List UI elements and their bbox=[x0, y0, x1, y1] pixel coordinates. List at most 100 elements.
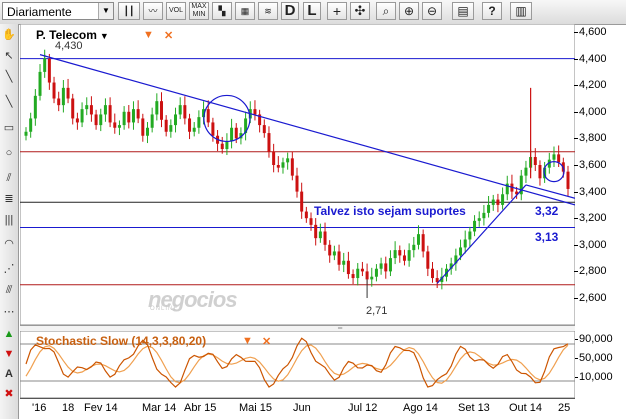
print-button[interactable]: ▤ bbox=[452, 2, 474, 20]
stochastic-tick-label: 10,000 bbox=[574, 371, 613, 383]
stochastic-tick-label: 90,000 bbox=[574, 333, 613, 345]
fan-tool[interactable]: ⋰ bbox=[1, 261, 17, 278]
candle-body bbox=[501, 194, 505, 205]
price-tick-label: 2,800 bbox=[574, 265, 607, 278]
candle-body bbox=[94, 114, 98, 126]
stochastic-title[interactable]: Stochastic Slow (14,3,3,80,20) bbox=[36, 334, 206, 348]
candle-body bbox=[117, 125, 121, 128]
segment-tool[interactable]: ╲ bbox=[1, 69, 17, 86]
close-icon[interactable]: ✕ bbox=[164, 29, 173, 42]
candle-body bbox=[206, 109, 210, 123]
delete-tool[interactable]: ✖ bbox=[1, 386, 17, 403]
min-label: MIN bbox=[192, 11, 206, 18]
stochastic-close-icon[interactable]: ✕ bbox=[262, 335, 271, 348]
channel-tool[interactable]: ⫽ bbox=[1, 170, 17, 187]
zoom-in-button[interactable]: ⊕ bbox=[399, 2, 419, 20]
zoom-area-button[interactable]: ⌕ bbox=[376, 2, 396, 20]
crosshair-button[interactable]: + bbox=[327, 2, 347, 20]
trendline-tool[interactable]: ╲ bbox=[1, 94, 17, 111]
candle-body bbox=[487, 204, 491, 213]
channel-icon: ⫽ bbox=[6, 172, 12, 184]
settings-arrow-icon[interactable]: ▼ bbox=[143, 29, 154, 41]
manual-button[interactable]: ▥ bbox=[510, 2, 532, 20]
candle-body bbox=[220, 143, 224, 150]
price-tick-label: 2,600 bbox=[574, 292, 607, 304]
lines-tool[interactable]: ||| bbox=[1, 212, 17, 229]
fibonacci-tool[interactable]: ≣ bbox=[1, 191, 17, 208]
level-label-313: 3,13 bbox=[535, 230, 559, 244]
date-tick-label: Set 13 bbox=[458, 402, 490, 414]
zoom-area-icon: ⌕ bbox=[382, 4, 390, 18]
grid-button[interactable]: ▦ bbox=[235, 2, 255, 20]
date-tick-label: Out 14 bbox=[509, 402, 543, 414]
gann-tool[interactable]: ⋯ bbox=[1, 304, 17, 321]
candle-body bbox=[496, 199, 500, 205]
cursor-button[interactable]: ✣ bbox=[350, 2, 370, 20]
candle-body bbox=[416, 234, 420, 245]
candle-body bbox=[80, 109, 84, 123]
candle-body bbox=[426, 251, 430, 269]
candle-body bbox=[388, 258, 392, 272]
candle-body bbox=[38, 71, 42, 96]
zoom-out-icon: ⊖ bbox=[426, 4, 438, 18]
volume-button[interactable]: VOL bbox=[166, 2, 186, 20]
sell-arrow-tool[interactable]: ▼ bbox=[1, 346, 17, 363]
period-dropdown[interactable]: Diariamente ▼ bbox=[2, 2, 114, 20]
help-button[interactable]: ? bbox=[482, 2, 502, 20]
candle-body bbox=[127, 111, 131, 123]
price-tick-label: 4,200 bbox=[574, 79, 607, 92]
candle-body bbox=[89, 105, 93, 115]
zoom-out-button[interactable]: ⊖ bbox=[422, 2, 442, 20]
candle-body bbox=[356, 268, 360, 279]
candle-body bbox=[150, 114, 154, 128]
line-chart-button[interactable]: 〰 bbox=[143, 2, 163, 20]
candle-body bbox=[393, 250, 397, 259]
stochastic-settings-icon[interactable]: ▼ bbox=[242, 335, 253, 347]
arc-tool[interactable]: ◠ bbox=[1, 236, 17, 253]
candle-body bbox=[136, 109, 140, 119]
candlestick-chart-button[interactable]: ┃┃ bbox=[118, 2, 140, 20]
indicators-button[interactable]: ▚ bbox=[212, 2, 232, 20]
l-button[interactable]: L bbox=[303, 2, 321, 20]
watermark-subtitle: ONLINE bbox=[150, 306, 179, 312]
candle-body bbox=[295, 175, 299, 192]
price-tick-label: 3,600 bbox=[574, 159, 607, 171]
candle-body bbox=[276, 165, 280, 168]
candle-body bbox=[52, 82, 56, 99]
hand-tool[interactable]: ✋ bbox=[1, 27, 17, 44]
rectangle-tool[interactable]: ▭ bbox=[1, 120, 17, 137]
candle-body bbox=[370, 276, 374, 280]
compare-button[interactable]: ≋ bbox=[258, 2, 278, 20]
buy-arrow-tool[interactable]: ▲ bbox=[1, 326, 17, 343]
indicators-icon: ▚ bbox=[218, 6, 226, 16]
candle-body bbox=[141, 118, 145, 136]
speed-lines-tool[interactable]: ⫻ bbox=[1, 282, 17, 299]
text-tool[interactable]: A bbox=[1, 366, 17, 383]
line-chart-icon: 〰 bbox=[148, 6, 158, 16]
date-tick-label: 25 bbox=[558, 402, 571, 414]
candle-body bbox=[468, 231, 472, 240]
candle-body bbox=[66, 87, 70, 99]
maxmin-button[interactable]: MAX MIN bbox=[189, 2, 209, 20]
price-tick-label: 3,800 bbox=[574, 132, 607, 145]
lines-icon: ||| bbox=[4, 214, 14, 226]
price-tick-label: 4,000 bbox=[574, 105, 607, 118]
candle-body bbox=[43, 58, 47, 72]
help-icon: ? bbox=[488, 4, 496, 18]
period-label: Diariamente bbox=[7, 5, 72, 19]
candle-body bbox=[234, 127, 238, 139]
l-label: L bbox=[307, 2, 317, 19]
date-tick-label: 18 bbox=[62, 402, 75, 414]
d-button[interactable]: D bbox=[281, 2, 299, 20]
circle-tool[interactable]: ○ bbox=[1, 145, 17, 162]
candle-body bbox=[309, 218, 313, 225]
candle-body bbox=[365, 271, 369, 280]
zoom-in-icon: ⊕ bbox=[403, 4, 415, 18]
candle-body bbox=[75, 118, 79, 123]
price-tick-label: 3,000 bbox=[574, 238, 607, 251]
candle-body bbox=[342, 260, 346, 265]
price-chart[interactable] bbox=[20, 24, 575, 325]
candle-body bbox=[459, 247, 463, 256]
drawing-toolbar: ✋ ↖ ╲ ╲ ▭ ○ ⫽ ≣ ||| ◠ ⋰ ⫻ ⋯ ▲ ▼ A ✖ bbox=[0, 24, 19, 419]
pointer-tool[interactable]: ↖ bbox=[1, 48, 17, 65]
